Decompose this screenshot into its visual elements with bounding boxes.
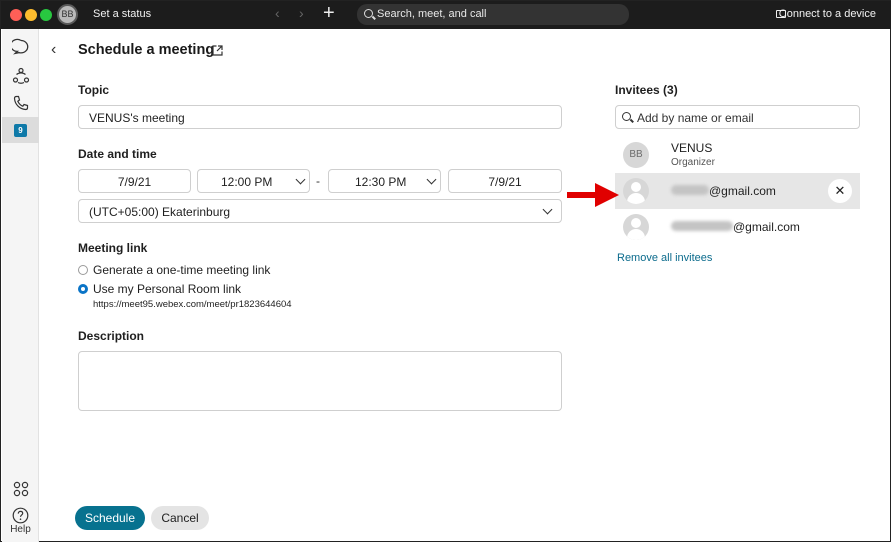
close-window-button[interactable]: [10, 9, 22, 21]
topic-value: VENUS's meeting: [89, 111, 185, 125]
connect-device-button[interactable]: Connect to a device: [779, 8, 876, 20]
chevron-down-icon: [295, 174, 306, 185]
rail-item-apps[interactable]: [2, 476, 39, 502]
end-time-select[interactable]: 12:30 PM: [328, 169, 441, 193]
search-icon: [622, 112, 631, 121]
radio-onetime-link[interactable]: [78, 265, 88, 275]
invitee-row[interactable]: @gmail.com ✕: [615, 173, 860, 209]
invitee-search-placeholder: Add by name or email: [637, 111, 754, 125]
option-personal-label[interactable]: Use my Personal Room link: [93, 282, 241, 296]
invitee-role: Organizer: [671, 157, 715, 168]
timezone-select[interactable]: (UTC+05:00) Ekaterinburg: [78, 199, 562, 223]
description-textarea[interactable]: [78, 351, 562, 411]
user-avatar[interactable]: BB: [57, 4, 78, 25]
person-avatar-icon: [623, 214, 649, 240]
rail-item-meetings[interactable]: 9: [2, 117, 39, 143]
calendar-icon: 9: [14, 123, 27, 137]
search-icon: [364, 9, 373, 18]
invitee-row-organizer: BB VENUS Organizer: [615, 137, 860, 173]
redacted-email-blur: [671, 221, 733, 231]
description-label: Description: [78, 329, 145, 343]
back-button[interactable]: ‹: [51, 41, 56, 59]
invitee-name: VENUS: [671, 141, 713, 155]
start-date-field[interactable]: 7/9/21: [78, 169, 191, 193]
redacted-email-blur: [671, 185, 709, 195]
phone-icon: [13, 95, 28, 111]
remove-all-invitees-link[interactable]: Remove all invitees: [617, 252, 712, 264]
rail-item-messaging[interactable]: [2, 34, 39, 60]
global-search-input[interactable]: Search, meet, and call: [357, 4, 629, 25]
timezone-value: (UTC+05:00) Ekaterinburg: [89, 205, 231, 219]
remove-invitee-button[interactable]: ✕: [828, 179, 852, 203]
datetime-label: Date and time: [78, 147, 157, 161]
popout-icon[interactable]: [212, 45, 223, 56]
invitee-email: @gmail.com: [733, 220, 800, 234]
zoom-window-button[interactable]: [40, 9, 52, 21]
end-time-value: 12:30 PM: [355, 175, 407, 189]
topic-input[interactable]: VENUS's meeting: [78, 105, 562, 129]
start-time-value: 12:00 PM: [221, 175, 273, 189]
start-date-value: 7/9/21: [117, 175, 152, 189]
schedule-button[interactable]: Schedule: [75, 506, 145, 530]
chat-bubble-icon: [11, 38, 28, 55]
new-plus-icon[interactable]: +: [323, 2, 335, 25]
end-date-field[interactable]: 7/9/21: [448, 169, 562, 193]
chevron-down-icon: [426, 174, 437, 185]
personal-room-url: https://meet95.webex.com/meet/pr18236446…: [93, 299, 292, 310]
teams-icon: [12, 67, 29, 84]
option-onetime-label[interactable]: Generate a one-time meeting link: [93, 263, 270, 277]
title-bar: BB Set a status ‹ › + Search, meet, and …: [1, 1, 891, 29]
invitees-title: Invitees (3): [615, 83, 678, 97]
forward-nav-icon[interactable]: ›: [299, 5, 304, 21]
cancel-button[interactable]: Cancel: [151, 506, 209, 530]
global-search-placeholder: Search, meet, and call: [377, 8, 487, 20]
invitee-row: @gmail.com: [615, 209, 860, 245]
avatar: BB: [623, 142, 649, 168]
minimize-window-button[interactable]: [25, 9, 37, 21]
app-window: BB Set a status ‹ › + Search, meet, and …: [0, 0, 891, 542]
help-icon: [12, 507, 29, 523]
start-time-select[interactable]: 12:00 PM: [197, 169, 310, 193]
meeting-link-label: Meeting link: [78, 241, 148, 255]
annotation-arrow-icon: [567, 183, 619, 207]
end-date-value: 7/9/21: [488, 175, 522, 189]
page-title: Schedule a meeting: [78, 42, 215, 58]
left-nav-rail: 9 Help: [2, 29, 39, 542]
time-separator: -: [316, 174, 320, 188]
help-label: Help: [10, 524, 31, 535]
topic-label: Topic: [78, 83, 110, 97]
rail-item-teams[interactable]: [2, 63, 39, 89]
chevron-down-icon: [542, 204, 553, 215]
invitee-search-input[interactable]: Add by name or email: [615, 105, 860, 129]
radio-personal-room[interactable]: [78, 284, 88, 294]
invitee-email: @gmail.com: [709, 184, 776, 198]
apps-grid-icon: [13, 481, 28, 497]
back-nav-icon[interactable]: ‹: [275, 5, 280, 21]
person-avatar-icon: [623, 178, 649, 204]
set-status-button[interactable]: Set a status: [93, 8, 151, 20]
rail-item-calling[interactable]: [2, 90, 39, 116]
